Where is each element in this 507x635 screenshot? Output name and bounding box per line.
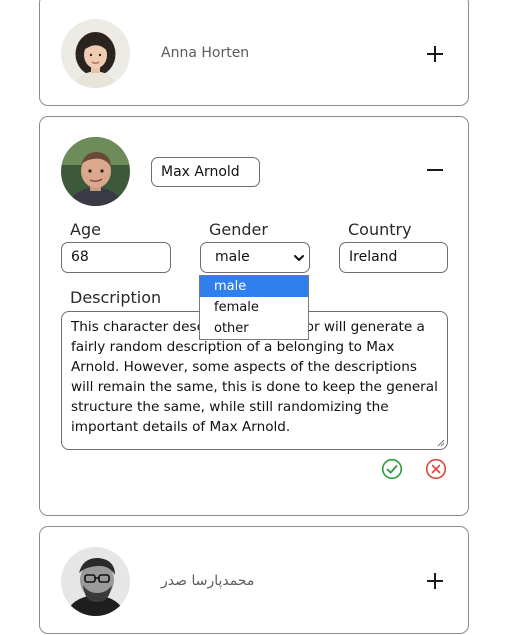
name-input[interactable]: Max Arnold — [151, 157, 260, 187]
chevron-down-icon — [294, 255, 304, 261]
user-name: محمدپارسا صدر — [161, 573, 255, 589]
age-input[interactable]: 68 — [61, 242, 171, 273]
user-card-anna: Anna Horten — [39, 0, 469, 106]
gender-dropdown-list: male female other — [199, 275, 309, 340]
gender-option-female[interactable]: female — [200, 297, 308, 318]
avatar — [61, 19, 130, 88]
plus-icon[interactable] — [424, 43, 446, 65]
person-photo-icon — [61, 137, 130, 206]
resize-handle-icon[interactable] — [437, 439, 445, 447]
user-card-persian: محمدپارسا صدر — [39, 526, 469, 634]
country-label: Country — [348, 220, 412, 239]
avatar — [61, 547, 130, 616]
person-photo-icon — [61, 19, 130, 88]
description-label: Description — [70, 288, 162, 307]
gender-label: Gender — [209, 220, 268, 239]
check-circle-icon[interactable] — [381, 458, 403, 480]
gender-option-other[interactable]: other — [200, 318, 308, 339]
avatar — [61, 137, 130, 206]
user-name: Anna Horten — [161, 45, 250, 61]
country-input[interactable]: Ireland — [339, 242, 448, 273]
gender-option-male[interactable]: male — [200, 276, 308, 297]
gender-select[interactable]: male — [200, 242, 310, 273]
minus-icon[interactable] — [424, 159, 446, 181]
plus-icon[interactable] — [424, 570, 446, 592]
age-label: Age — [70, 220, 101, 239]
gender-select-value: male — [215, 249, 250, 265]
person-photo-icon — [61, 547, 130, 616]
x-circle-icon[interactable] — [425, 458, 447, 480]
